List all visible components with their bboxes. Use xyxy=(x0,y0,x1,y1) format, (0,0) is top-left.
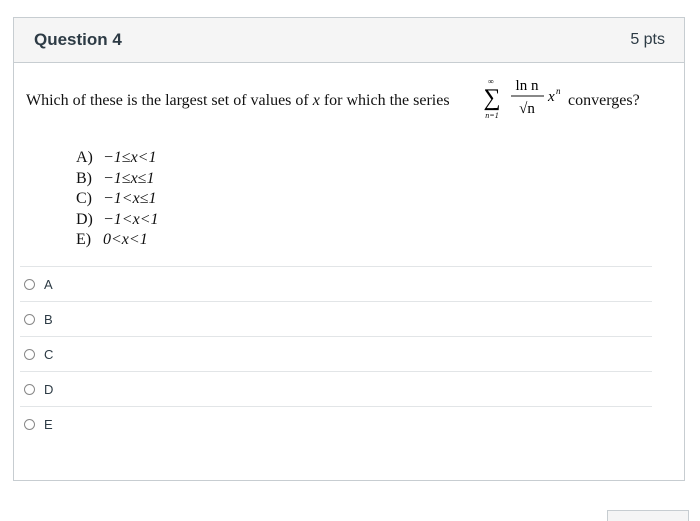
answer-label: D xyxy=(44,381,54,397)
stem-after: converges? xyxy=(568,92,640,109)
choice-expression: −1<x<1 xyxy=(103,210,159,228)
radio-button[interactable] xyxy=(24,383,35,395)
choice-item: C) −1<x≤1 xyxy=(76,189,159,210)
choice-letter: C) xyxy=(76,190,92,207)
series-exponent: n xyxy=(556,86,561,96)
answer-option-a[interactable]: A xyxy=(20,266,652,301)
answer-option-e[interactable]: E xyxy=(20,406,652,441)
series-factor: x xyxy=(547,89,555,105)
choice-item: D) −1<x<1 xyxy=(76,210,159,231)
choice-item: E) 0<x<1 xyxy=(76,230,159,251)
answer-option-b[interactable]: B xyxy=(20,301,652,336)
stem-middle: for which the series xyxy=(323,92,450,109)
choice-letter: A) xyxy=(76,149,93,166)
radio-button[interactable] xyxy=(24,313,35,325)
choice-item: B) −1≤x≤1 xyxy=(76,169,159,190)
choice-expression: 0<x<1 xyxy=(103,231,148,248)
choice-item: A) −1≤x<1 xyxy=(76,148,159,169)
fraction-numerator: ln n xyxy=(516,78,539,94)
choice-letter: E) xyxy=(76,231,92,248)
answer-option-d[interactable]: D xyxy=(20,371,652,406)
stem-variable: x xyxy=(312,92,320,109)
answer-options: A B C D E xyxy=(20,266,652,441)
answer-label: A xyxy=(44,276,53,292)
answer-label: B xyxy=(44,311,53,327)
choice-letter: B) xyxy=(76,169,92,187)
question-title: Question 4 xyxy=(34,30,122,49)
sigma-symbol: ∑ xyxy=(483,85,500,111)
sum-lower-limit: n=1 xyxy=(485,111,498,120)
answer-option-c[interactable]: C xyxy=(20,336,652,371)
choice-expression: −1<x≤1 xyxy=(103,190,157,207)
question-stem: Which of these is the largest set of val… xyxy=(26,92,450,110)
fraction-denominator: √n xyxy=(519,101,535,117)
series-formula: ∞ ∑ n=1 ln n √n x n xyxy=(483,77,561,120)
choice-list: A) −1≤x<1 B) −1≤x≤1 C) −1<x≤1 D) −1<x<1 … xyxy=(76,148,159,251)
radio-button[interactable] xyxy=(24,348,35,360)
question-header: Question 4 5 pts xyxy=(14,18,684,63)
answer-label: C xyxy=(44,346,54,362)
answer-label: E xyxy=(44,416,53,432)
radio-button[interactable] xyxy=(24,278,35,290)
choice-expression: −1≤x≤1 xyxy=(103,169,155,187)
question-points: 5 pts xyxy=(630,31,665,48)
stem-before: Which of these is the largest set of val… xyxy=(26,92,309,109)
radio-button[interactable] xyxy=(24,418,35,430)
choice-expression: −1≤x<1 xyxy=(103,149,157,166)
choice-letter: D) xyxy=(76,210,93,228)
